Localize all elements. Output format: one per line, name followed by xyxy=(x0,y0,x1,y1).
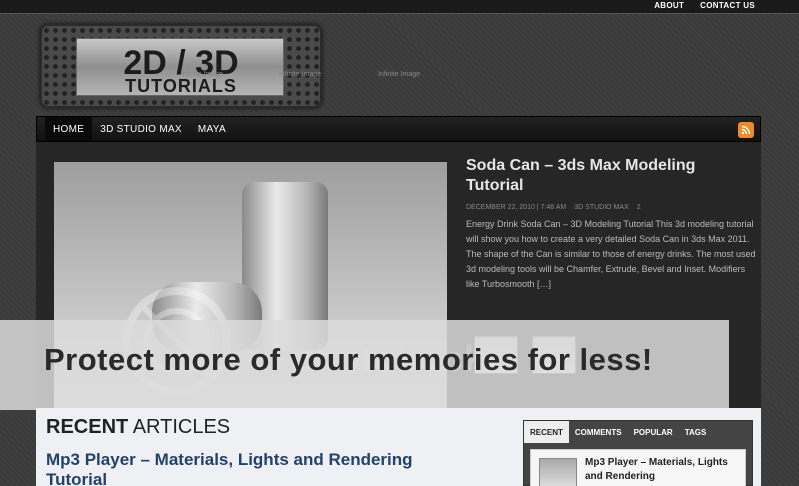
post-title[interactable]: Mp3 Player – Materials, Lights and Rende… xyxy=(46,450,466,486)
recent-heading-bold: RECENT xyxy=(46,416,129,438)
main-nav: HOME 3D STUDIO MAX MAYA xyxy=(36,116,761,142)
site-logo[interactable]: 2D / 3D TUTORIALS xyxy=(40,24,322,108)
protect-text: Protect more of your memories for less! xyxy=(44,342,653,377)
meta-date: DECEMBER 22, 2010 | 7:48 AM xyxy=(466,204,567,211)
meta-category[interactable]: 3D STUDIO MAX xyxy=(574,204,628,211)
featured-title[interactable]: Soda Can – 3ds Max Modeling Tutorial xyxy=(466,156,756,196)
tab-recent[interactable]: RECENT xyxy=(524,421,569,443)
featured-excerpt: Energy Drink Soda Can – 3D Modeling Tuto… xyxy=(466,219,756,289)
infinite-image-label: Infinite Image xyxy=(279,71,322,78)
photobucket-banner: Protect more of your memories for less! xyxy=(0,320,729,410)
tab-panel: Mp3 Player – Materials, Lights and Rende… xyxy=(530,449,746,486)
tab-popular[interactable]: POPULAR xyxy=(628,421,679,443)
logo-line2: TUTORIALS xyxy=(125,76,237,96)
tab-tags[interactable]: TAGS xyxy=(679,421,713,443)
item-thumbnail[interactable] xyxy=(539,458,577,486)
contact-us-link[interactable]: CONTACT US xyxy=(700,1,755,10)
recent-articles-section: RECENT ARTICLES Mp3 Player – Materials, … xyxy=(36,408,761,486)
recent-heading-rest: ARTICLES xyxy=(128,416,231,438)
nav-home[interactable]: HOME xyxy=(45,117,93,141)
rss-icon[interactable] xyxy=(738,122,754,138)
sidebar-tabs-widget: RECENT COMMENTS POPULAR TAGS Mp3 Player … xyxy=(523,420,753,486)
infinite-image-label: Infinite Image xyxy=(378,71,421,78)
logo-plate: 2D / 3D TUTORIALS xyxy=(76,38,284,96)
infinite-image-label: Infinite Image xyxy=(181,71,224,78)
featured-meta: DECEMBER 22, 2010 | 7:48 AM 3D STUDIO MA… xyxy=(466,204,756,211)
featured-summary: Soda Can – 3ds Max Modeling Tutorial DEC… xyxy=(466,156,756,292)
top-bar: ABOUT CONTACT US xyxy=(0,0,799,14)
nav-maya[interactable]: MAYA xyxy=(190,117,234,141)
tab-comments[interactable]: COMMENTS xyxy=(569,421,628,443)
nav-3d-studio-max[interactable]: 3D STUDIO MAX xyxy=(92,117,190,141)
recent-heading: RECENT ARTICLES xyxy=(46,416,230,439)
item-title[interactable]: Mp3 Player – Materials, Lights and Rende… xyxy=(585,456,735,484)
meta-comments[interactable]: 2 xyxy=(637,204,641,211)
about-link[interactable]: ABOUT xyxy=(654,1,684,10)
